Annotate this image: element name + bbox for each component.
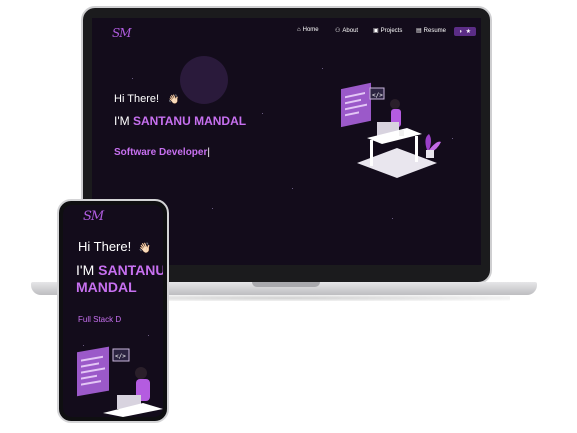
wave-icon: 👋🏻	[138, 243, 152, 254]
star-icon: ★	[465, 29, 471, 35]
phone-name-line2: MANDAL	[76, 279, 137, 295]
nav-about[interactable]: ⚇ About	[335, 27, 359, 35]
projects-icon: ▣	[373, 28, 379, 34]
intro-prefix: I'M	[114, 114, 133, 128]
bg-star	[148, 335, 149, 336]
role-text: Software Developer	[114, 147, 208, 158]
wave-icon: 👋🏻	[168, 94, 180, 104]
phone-screen: SM Hi There! 👋🏻 I'M SANTANU MANDAL Full …	[63, 205, 163, 417]
svg-text:</>: </>	[372, 92, 383, 99]
bg-star	[452, 138, 453, 139]
bg-star	[262, 113, 263, 114]
text-cursor: |	[207, 147, 210, 158]
phone-greeting: Hi There! 👋🏻	[78, 239, 151, 254]
nav-home-label: Home	[302, 27, 319, 33]
phone-greeting-text: Hi There!	[78, 239, 132, 254]
bg-star	[292, 188, 293, 189]
nav-resume-label: Resume	[423, 27, 447, 34]
site-logo[interactable]: SM	[112, 26, 131, 40]
phone-logo[interactable]: SM	[83, 209, 104, 224]
phone-typewriter-role: Full Stack D	[78, 315, 122, 324]
nav-projects[interactable]: ▣ Projects	[373, 27, 403, 35]
bg-star	[322, 68, 323, 69]
intro-line: I'M SANTANU MANDAL	[114, 114, 246, 128]
bg-star	[132, 78, 133, 79]
phone-name-line1: SANTANU	[98, 262, 163, 278]
home-icon: ⌂	[297, 27, 301, 33]
phone-developer-illustration: </>	[77, 346, 163, 417]
bg-star	[392, 218, 393, 219]
hero-name: SANTANU MANDAL	[132, 114, 247, 128]
svg-text:</>: </>	[115, 353, 126, 360]
bg-star	[212, 208, 213, 209]
nav-home[interactable]: ⌂ Home	[297, 27, 319, 33]
moon-icon: ◗	[458, 28, 463, 35]
phone-intro-prefix: I'M	[76, 262, 99, 278]
bg-blob	[180, 56, 228, 104]
theme-toggle[interactable]: ◗ ★	[454, 27, 476, 36]
typewriter-role: Software Developer|	[114, 147, 210, 158]
greeting-text: Hi There!	[114, 93, 160, 105]
nav-resume[interactable]: ▤ Resume	[416, 27, 447, 35]
user-icon: ⚇	[335, 28, 341, 34]
phone-intro-line: I'M SANTANU	[76, 262, 163, 278]
laptop-notch	[252, 282, 320, 287]
developer-illustration: </>	[341, 82, 441, 178]
nav-about-label: About	[342, 27, 359, 34]
greeting: Hi There! 👋🏻	[114, 93, 179, 105]
document-icon: ▤	[416, 28, 422, 34]
nav-projects-label: Projects	[380, 27, 403, 34]
